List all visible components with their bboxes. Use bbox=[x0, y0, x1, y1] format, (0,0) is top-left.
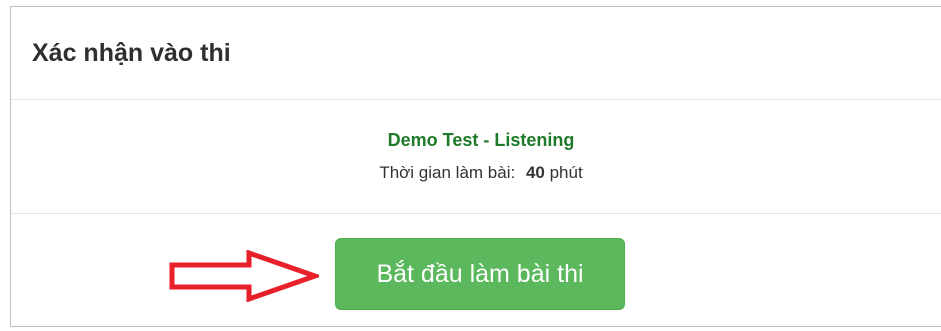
duration-value: 40 bbox=[525, 163, 545, 182]
duration-info: Thời gian làm bài: 40 phút bbox=[11, 162, 941, 184]
modal-body: Demo Test - Listening Thời gian làm bài:… bbox=[11, 100, 941, 214]
right-arrow-icon bbox=[169, 250, 319, 302]
modal-header: Xác nhận vào thi bbox=[11, 7, 941, 100]
modal-title: Xác nhận vào thi bbox=[32, 39, 231, 67]
modal-footer: Bắt đầu làm bài thi bbox=[11, 214, 941, 326]
confirm-exam-modal: Xác nhận vào thi Demo Test - Listening T… bbox=[10, 6, 941, 327]
test-name: Demo Test - Listening bbox=[387, 130, 575, 150]
duration-label: Thời gian làm bài: bbox=[379, 163, 516, 182]
start-exam-button[interactable]: Bắt đầu làm bài thi bbox=[335, 238, 625, 310]
duration-unit: phút bbox=[549, 163, 583, 182]
